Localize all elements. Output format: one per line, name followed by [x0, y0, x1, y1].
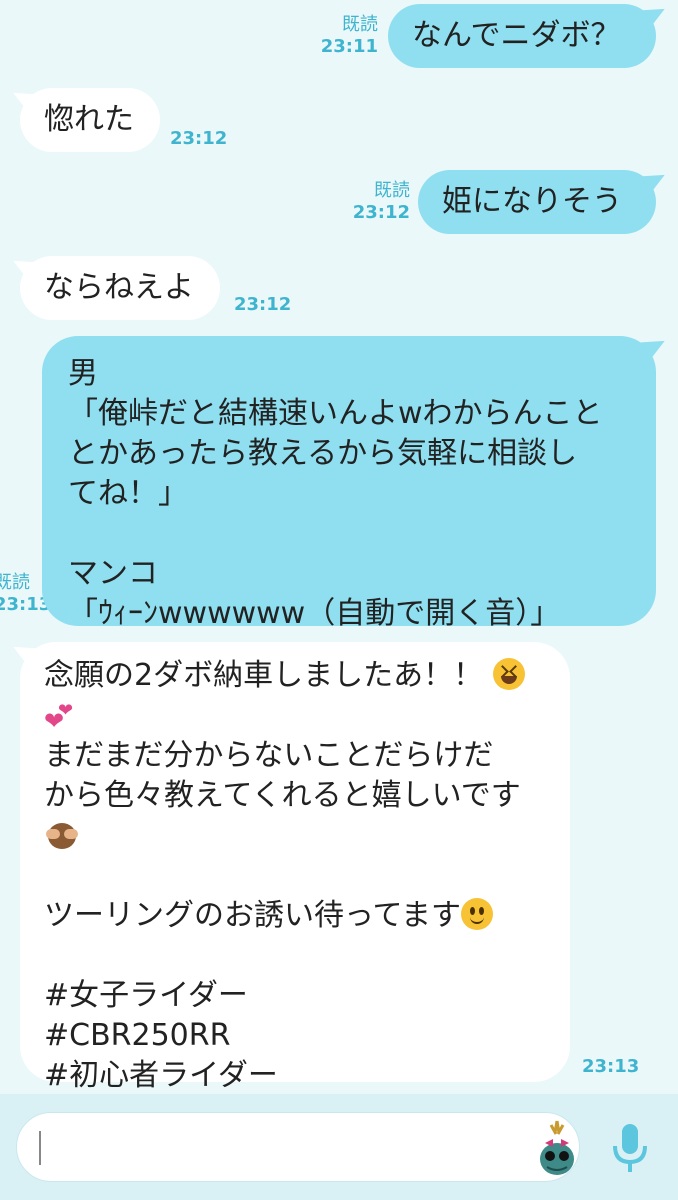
message-bubble-outgoing[interactable]: 男 「俺峠だと結構速いんよwわからんこと とかあったら教えるから気軽に相談し て…: [42, 336, 656, 631]
message-line: [44, 856, 570, 896]
message-input[interactable]: [16, 1112, 580, 1182]
message-line: ツーリングのお誘い待ってます: [44, 896, 570, 936]
message-time: 23:11: [320, 36, 378, 57]
message-line: マンコ: [68, 556, 158, 591]
text-caret: [39, 1131, 41, 1165]
message-line: [68, 514, 656, 554]
read-label: 既読: [374, 180, 410, 201]
message-line: 男: [68, 356, 98, 391]
message-line: #女子ライダー: [44, 978, 248, 1013]
message-bubble-outgoing[interactable]: 姫になりそう: [418, 170, 656, 234]
read-label: 既読: [0, 572, 30, 593]
message-line-text: ツーリングのお誘い待ってます: [44, 898, 461, 933]
see-no-evil-monkey-icon: [44, 821, 80, 851]
message-line: 念願の2ダボ納車しましたあ！！: [44, 656, 570, 696]
message-bubble-outgoing[interactable]: なんでニダボ？: [388, 4, 656, 68]
laughing-face-icon: [492, 658, 525, 690]
read-receipt: 既読 23:11: [318, 14, 378, 58]
read-label: 既読: [342, 14, 378, 35]
message-time: 23:12: [170, 128, 228, 149]
message-line: ❤ ❤: [44, 696, 570, 736]
message-bubble-incoming[interactable]: 惚れた: [20, 88, 160, 152]
message-time: 23:12: [234, 294, 292, 315]
message-bubble-incoming[interactable]: ならねえよ: [20, 256, 220, 320]
message-bubble-incoming[interactable]: 念願の2ダボ納車しましたあ！！ ❤ ❤ まだまだ分からないことだらけだ から色々教…: [20, 642, 570, 1093]
message-text: 姫になりそう: [442, 184, 622, 219]
mic-icon[interactable]: [610, 1122, 650, 1176]
message-line: [44, 936, 570, 976]
input-bar: [0, 1094, 678, 1200]
message-line: てね！」: [68, 476, 188, 511]
message-line: とかあったら教えるから気軽に相談し: [68, 436, 578, 471]
sticker-icon[interactable]: [537, 1119, 577, 1179]
message-time: 23:13: [0, 594, 52, 615]
message-text: なんでニダボ？: [412, 18, 621, 53]
message-line: [44, 816, 570, 856]
message-line: 「ｳｨｰﾝwwwwww（自動で開く音）」: [68, 596, 561, 631]
two-hearts-icon: ❤ ❤: [44, 700, 74, 735]
read-receipt: 既読 23:13: [0, 572, 52, 616]
message-text: 惚れた: [44, 102, 134, 137]
message-line-text: 念願の2ダボ納車しましたあ！！: [44, 658, 484, 693]
read-receipt: 既読 23:12: [348, 180, 410, 224]
message-text: ならねえよ: [44, 270, 194, 305]
message-time: 23:12: [352, 202, 410, 223]
message-line: 「俺峠だと結構速いんよwわからんこと: [68, 396, 603, 431]
message-time: 23:13: [582, 1056, 640, 1077]
message-line: #初心者ライダー: [44, 1058, 278, 1093]
message-line: まだまだ分からないことだらけだ: [44, 738, 494, 773]
smiling-face-icon: [461, 898, 493, 930]
message-line: から色々教えてくれると嬉しいです: [44, 778, 521, 813]
message-line: #CBR250RR: [44, 1018, 231, 1053]
